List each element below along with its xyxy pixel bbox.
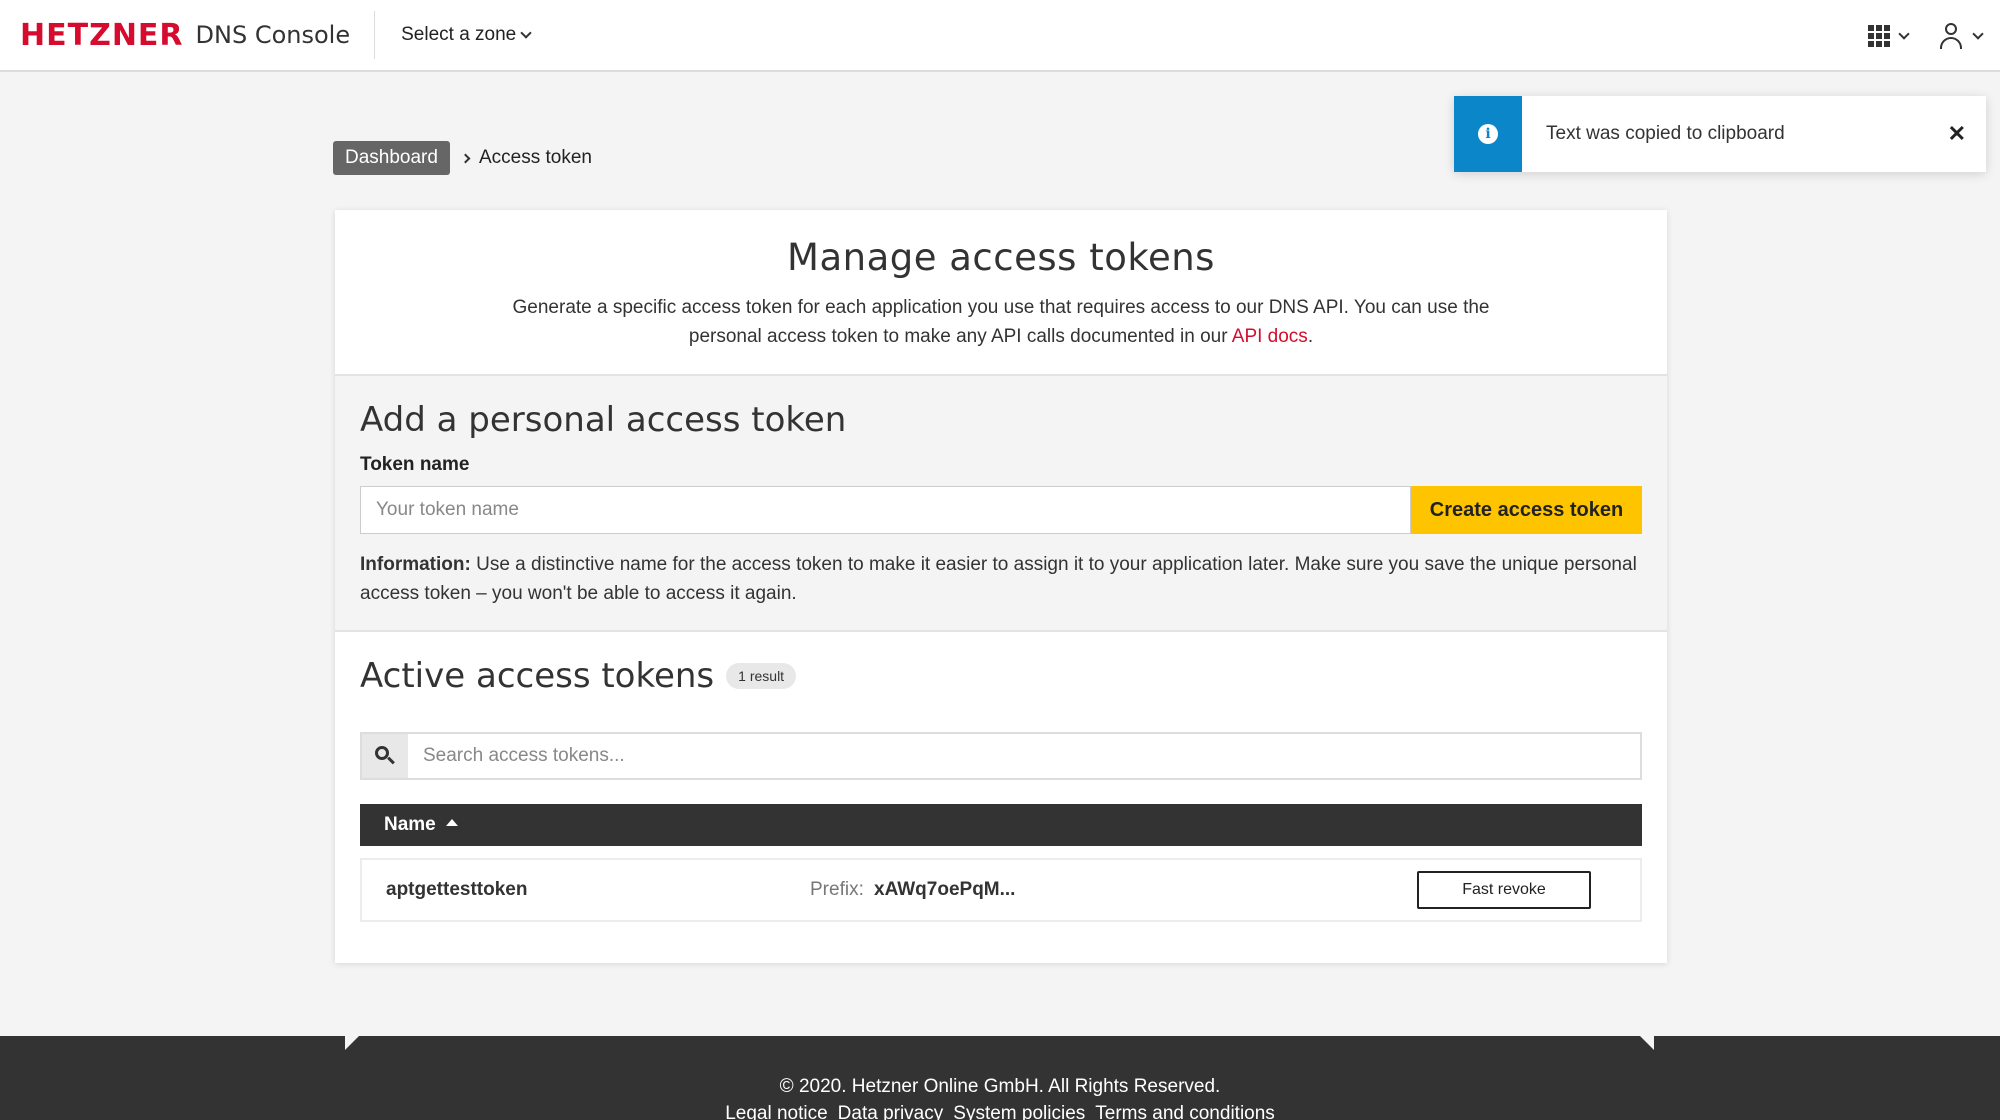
- search-input[interactable]: [408, 734, 1640, 778]
- footer-notch-left: [345, 1036, 359, 1050]
- footer: © 2020. Hetzner Online GmbH. All Rights …: [0, 1036, 2000, 1120]
- footer-notch-right: [1640, 1036, 1654, 1050]
- search-button[interactable]: [362, 734, 408, 778]
- add-token-title: Add a personal access token: [360, 400, 847, 440]
- page-title: Manage access tokens: [787, 236, 1215, 279]
- toast-icon-box: i: [1454, 96, 1522, 172]
- token-name-label: Token name: [360, 454, 470, 475]
- chevron-down-icon: [1898, 27, 1910, 40]
- top-bar: HETZNER DNS Console Select a zone: [0, 0, 2000, 72]
- token-search: [360, 732, 1642, 780]
- user-icon: [1938, 22, 1964, 50]
- create-access-token-button[interactable]: Create access token: [1411, 486, 1642, 534]
- breadcrumb-dashboard-link[interactable]: Dashboard: [333, 141, 450, 175]
- name-column-header[interactable]: Name: [360, 804, 1642, 846]
- add-token-section: Add a personal access token Token name C…: [335, 376, 1667, 632]
- zone-select-label: Select a zone: [401, 24, 517, 45]
- user-menu-button[interactable]: [1938, 22, 1984, 50]
- description-end: .: [1307, 326, 1314, 347]
- zone-select-dropdown[interactable]: Select a zone: [401, 24, 532, 46]
- info-body: Use a distinctive name for the access to…: [360, 554, 1637, 604]
- hetzner-logo[interactable]: HETZNER: [20, 18, 184, 53]
- result-count-badge: 1 result: [726, 663, 797, 689]
- footer-links: Legal notice Data privacy System policies T…: [0, 1103, 2000, 1120]
- active-tokens-title: Active access tokens: [360, 656, 715, 696]
- active-tokens-section: Active access tokens 1 result Name aptge…: [335, 632, 1667, 922]
- toast-message: Text was copied to clipboard: [1546, 123, 1785, 144]
- token-name: aptgettesttoken: [386, 879, 528, 900]
- fast-revoke-button[interactable]: Fast revoke: [1417, 871, 1591, 909]
- access-tokens-card: Manage access tokens Generate a specific…: [335, 210, 1667, 963]
- system-policies-link[interactable]: System policies: [953, 1103, 1085, 1120]
- header-divider: [374, 11, 376, 59]
- terms-link[interactable]: Terms and conditions: [1095, 1103, 1275, 1120]
- toast-notification: i Text was copied to clipboard ✕: [1454, 96, 1986, 172]
- search-icon: [375, 746, 395, 766]
- chevron-down-icon: [1972, 27, 1984, 40]
- app-title: DNS Console: [195, 21, 351, 49]
- active-tokens-header: Active access tokens 1 result: [360, 656, 1642, 696]
- description-text: Generate a specific access token for eac…: [512, 297, 1490, 347]
- info-label: Information:: [360, 554, 471, 575]
- page-description: Generate a specific access token for eac…: [491, 293, 1511, 351]
- info-icon: i: [1478, 124, 1498, 144]
- api-docs-link[interactable]: API docs: [1232, 326, 1308, 347]
- toast-close-icon[interactable]: ✕: [1948, 121, 1966, 147]
- breadcrumb-current: Access token: [478, 147, 592, 168]
- prefix-value: xAWq7oePqM...: [874, 879, 1016, 900]
- token-input-row: Create access token: [360, 486, 1642, 534]
- token-name-input[interactable]: [360, 486, 1411, 534]
- prefix-label: Prefix:: [810, 879, 864, 900]
- legal-notice-link[interactable]: Legal notice: [725, 1103, 827, 1120]
- table-row: aptgettesttoken Prefix: xAWq7oePqM... Fa…: [360, 858, 1642, 922]
- manage-section: Manage access tokens Generate a specific…: [335, 210, 1667, 376]
- token-info-text: Information: Use a distinctive name for …: [360, 550, 1642, 608]
- copyright-text: © 2020. Hetzner Online GmbH. All Rights …: [779, 1076, 1221, 1097]
- chevron-down-icon: [520, 26, 532, 39]
- sort-ascending-icon: [445, 818, 458, 826]
- apps-menu-button[interactable]: [1868, 25, 1910, 47]
- data-privacy-link[interactable]: Data privacy: [838, 1103, 944, 1120]
- header-right: [1868, 0, 1984, 72]
- name-column-label: Name: [384, 814, 436, 835]
- breadcrumb: Dashboard Access token: [333, 141, 592, 175]
- chevron-right-icon: [460, 153, 471, 163]
- apps-grid-icon: [1868, 25, 1890, 47]
